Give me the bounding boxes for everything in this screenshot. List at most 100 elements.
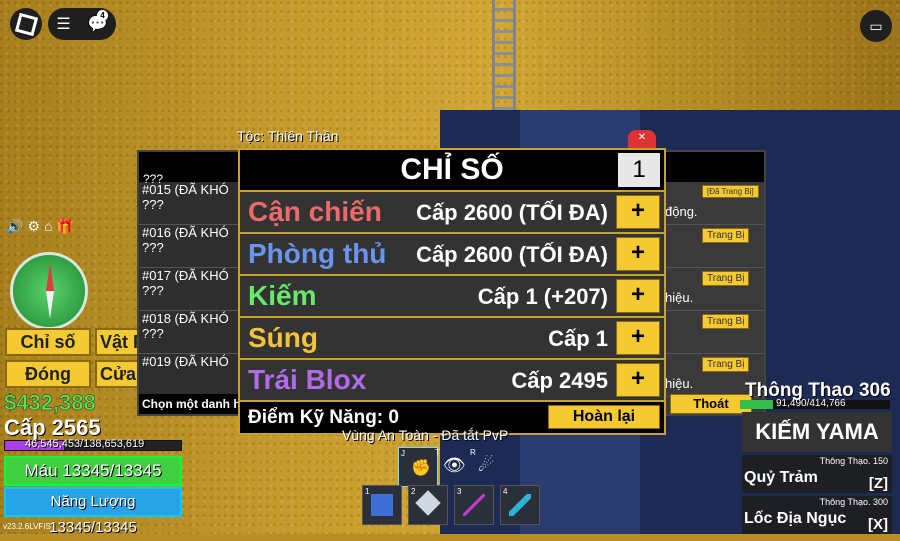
- stats-title: CHỈ SỐ: [400, 153, 504, 186]
- compass[interactable]: [10, 252, 88, 330]
- title-id: #019 (ĐÃ KHÓ: [142, 354, 229, 369]
- money: $432,388: [4, 390, 96, 416]
- mastery-fill: [740, 400, 773, 409]
- equip-button[interactable]: Trang Bị: [702, 314, 750, 329]
- xp-text: 46,545,453/138,653,619: [25, 438, 145, 450]
- equip-row: Trang Bị: [662, 225, 764, 268]
- skill-z[interactable]: Thông Thạo. 150 Quỷ Trảm [Z]: [742, 455, 892, 493]
- add-sword-button[interactable]: +: [616, 279, 660, 313]
- stat-value: Cấp 2600 (TỐI ĐA): [416, 242, 608, 267]
- top-bar: ☰ 💬 4: [48, 8, 116, 40]
- title-name: ???: [142, 326, 164, 341]
- equip-button[interactable]: Trang Bị: [702, 228, 750, 243]
- title-equip-header: [662, 152, 764, 182]
- close-x-icon[interactable]: ✕: [628, 130, 656, 148]
- stat-row-melee: Cận chiến Cấp 2600 (TỐI ĐA) +: [240, 190, 664, 232]
- equip-row: Trang Bị: [662, 311, 764, 354]
- melee-item-icon: [371, 494, 393, 516]
- ability-key: T: [435, 448, 440, 457]
- gift-icon[interactable]: 🎁: [56, 218, 73, 235]
- equip-row-text: hiệu.: [665, 290, 694, 305]
- stat-row-sword: Kiếm Cấp 1 (+207) +: [240, 274, 664, 316]
- stats-title-bar: CHỈ SỐ 1: [240, 150, 664, 190]
- title-id: #018 (ĐÃ KHÓ: [142, 311, 229, 326]
- roblox-logo-icon: [14, 12, 38, 36]
- compass-north-needle: [46, 263, 54, 291]
- ability-slot[interactable]: T 👁: [433, 447, 471, 485]
- equip-button[interactable]: Trang Bị: [702, 357, 750, 372]
- fist-icon: ✊: [411, 460, 431, 477]
- ladder: [492, 0, 516, 110]
- stats-panel: CHỈ SỐ 1 Cận chiến Cấp 2600 (TỐI ĐA) + Phò…: [238, 148, 666, 435]
- reset-button[interactable]: Hoàn lại: [548, 405, 660, 429]
- title-list-row[interactable]: #015 (ĐÃ KHÓ???: [139, 182, 244, 225]
- title-list-row[interactable]: #017 (ĐÃ KHÓ???: [139, 268, 244, 311]
- weapon-item-icon: [509, 494, 531, 516]
- stat-name: Trái Blox: [248, 364, 367, 395]
- ability-slot[interactable]: R ☄: [468, 447, 506, 485]
- equip-button[interactable]: Trang Bị: [702, 271, 750, 286]
- skill-key: [X]: [868, 516, 888, 533]
- stat-row-gun: Súng Cấp 1 +: [240, 316, 664, 358]
- slot-number: 4: [503, 487, 508, 496]
- add-gun-button[interactable]: +: [616, 321, 660, 355]
- title-list-row[interactable]: #016 (ĐÃ KHÓ???: [139, 225, 244, 268]
- stat-row-fruit: Trái Blox Cấp 2495 +: [240, 358, 664, 400]
- add-fruit-button[interactable]: +: [616, 363, 660, 397]
- race-label: Tộc: Thiên Thần: [237, 128, 339, 144]
- title-list-row[interactable]: #019 (ĐÃ KHÓ: [139, 354, 244, 397]
- add-melee-button[interactable]: +: [616, 195, 660, 229]
- skill-requirement: Thông Thạo. 150: [819, 456, 888, 466]
- hotbar-slot[interactable]: 1: [362, 485, 402, 525]
- health-bar: Máu 13345/13345: [4, 456, 182, 486]
- eye-icon: 👁: [443, 455, 466, 475]
- settings-icon[interactable]: ⚙: [27, 218, 40, 235]
- sound-icon[interactable]: 🔊: [6, 218, 23, 235]
- skill-name: Lốc Địa Ngục: [744, 510, 847, 527]
- equip-row-text: động.: [665, 204, 698, 219]
- version-label: v23.2.6LVFIS: [3, 522, 51, 531]
- skill-points: Điểm Kỹ Năng: 0: [248, 407, 399, 428]
- mastery-xp: 91,490/414,766: [776, 398, 846, 409]
- equip-row: Trang Bị hiệu.: [662, 268, 764, 311]
- title-list-header: ???: [139, 152, 244, 186]
- skill-key: [Z]: [868, 475, 888, 492]
- slot-number: 1: [365, 487, 370, 496]
- equipped-button[interactable]: [Đã Trang Bị]: [702, 185, 759, 198]
- skill-x[interactable]: Thông Thạo. 300 Lốc Địa Ngục [X]: [742, 496, 892, 534]
- add-defense-button[interactable]: +: [616, 237, 660, 271]
- hotbar-slot[interactable]: 2: [408, 485, 448, 525]
- stat-value: Cấp 1 (+207): [477, 284, 608, 309]
- stat-row-defense: Phòng thủ Cấp 2600 (TỐI ĐA) +: [240, 232, 664, 274]
- stat-value: Cấp 2495: [511, 368, 608, 393]
- title-equip-panel: [Đã Trang Bị] động. Trang Bị Trang Bị hiệu…: [660, 150, 766, 416]
- close-button[interactable]: Đóng: [5, 360, 91, 388]
- points-step-input[interactable]: 1: [618, 153, 660, 187]
- sword-item-icon: [463, 494, 485, 516]
- home-icon[interactable]: ⌂: [44, 218, 52, 235]
- title-name: ???: [142, 240, 164, 255]
- stats-button[interactable]: Chỉ số: [5, 328, 91, 356]
- ability-key: J: [401, 449, 405, 458]
- hamburger-icon[interactable]: ☰: [56, 14, 70, 34]
- slot-number: 3: [457, 487, 462, 496]
- stat-name: Cận chiến: [248, 196, 382, 227]
- xp-bar: 46,545,453/138,653,619: [4, 438, 182, 451]
- stat-value: Cấp 1: [548, 326, 608, 351]
- roblox-menu-button[interactable]: [10, 8, 42, 40]
- choose-title-label: Chọn một danh h: [139, 394, 244, 414]
- backpack-icon[interactable]: ▭: [860, 10, 892, 42]
- title-id: #016 (ĐÃ KHÓ: [142, 225, 229, 240]
- stat-name: Súng: [248, 322, 318, 353]
- mastery-bar: 91,490/414,766: [740, 398, 890, 409]
- ability-slot[interactable]: J ✊: [398, 447, 438, 487]
- hotbar-slot[interactable]: 3: [454, 485, 494, 525]
- stat-name: Kiếm: [248, 280, 317, 311]
- title-list-top-question: ???: [143, 172, 164, 186]
- title-name: ???: [142, 197, 164, 212]
- skill-name: Quỷ Trảm: [744, 469, 818, 486]
- zone-label: Vùng An Toàn - Đã tắt PvP: [342, 427, 509, 443]
- title-list-row[interactable]: #018 (ĐÃ KHÓ???: [139, 311, 244, 354]
- hotbar-slot[interactable]: 4: [500, 485, 540, 525]
- equip-row: [Đã Trang Bị] động.: [662, 182, 764, 225]
